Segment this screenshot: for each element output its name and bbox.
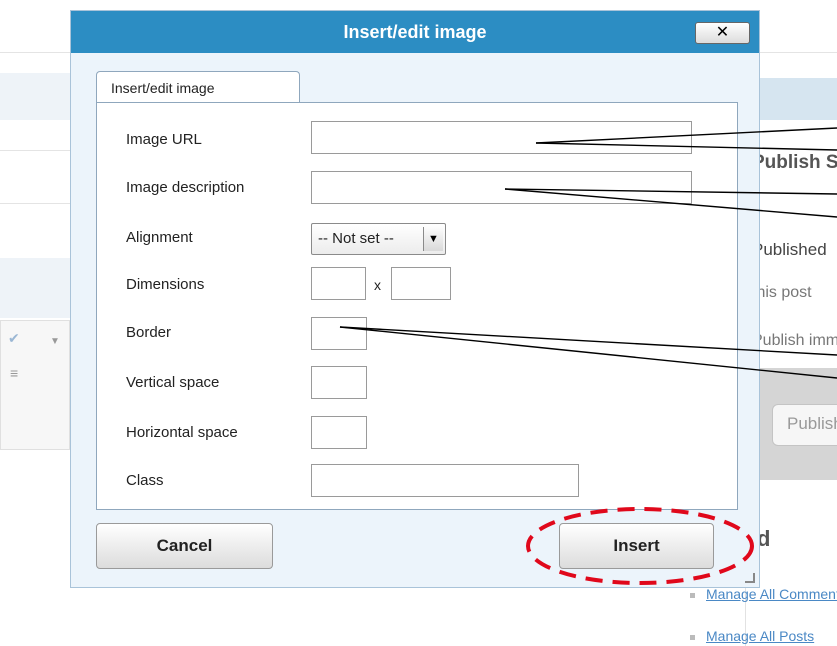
tab-insert-edit-image[interactable]: Insert/edit image: [96, 71, 300, 103]
image-url-label: Image URL: [126, 131, 202, 148]
close-button[interactable]: ✕: [695, 22, 750, 44]
image-description-label: Image description: [126, 179, 245, 196]
alignment-label: Alignment: [126, 229, 193, 246]
vertical-space-input[interactable]: [311, 366, 367, 399]
bg-link-manage-comments[interactable]: Manage All Comments: [706, 586, 837, 602]
horizontal-space-label: Horizontal space: [126, 424, 238, 441]
align-left-icon: ≡: [10, 365, 19, 381]
border-label: Border: [126, 324, 172, 341]
dialog-titlebar[interactable]: Insert/edit image ✕: [71, 11, 759, 53]
bg-publish-button[interactable]: Publish: [772, 404, 837, 446]
class-input[interactable]: [311, 464, 579, 497]
bullet-icon: [690, 593, 695, 598]
dimensions-label: Dimensions: [126, 276, 205, 293]
alignment-selected-value: -- Not set --: [318, 230, 394, 247]
image-description-input[interactable]: [311, 171, 692, 204]
horizontal-space-input[interactable]: [311, 416, 367, 449]
dimensions-width-input[interactable]: [311, 267, 366, 300]
bg-this-post: this post: [752, 284, 812, 301]
vertical-space-label: Vertical space: [126, 374, 220, 391]
image-form-panel: [96, 102, 738, 510]
bg-publish-status: Publish Status: [752, 152, 837, 173]
alignment-select[interactable]: -- Not set -- ▼: [311, 223, 446, 255]
dialog-title: Insert/edit image: [343, 22, 487, 42]
spellcheck-icon: ✔: [8, 330, 20, 346]
dimensions-separator: x: [374, 277, 381, 293]
cancel-button[interactable]: Cancel: [96, 523, 273, 569]
bullet-icon: [690, 635, 695, 640]
close-icon: ✕: [715, 24, 730, 41]
bg-link-manage-posts[interactable]: Manage All Posts: [706, 628, 837, 644]
dimensions-height-input[interactable]: [391, 267, 451, 300]
insert-button[interactable]: Insert: [559, 523, 714, 569]
resize-handle-icon[interactable]: [745, 573, 755, 583]
border-input[interactable]: [311, 317, 367, 350]
bg-publish-immediately: Publish immediately: [752, 332, 837, 349]
insert-image-dialog: Insert/edit image ✕ Insert/edit image Im…: [70, 10, 760, 588]
dropdown-arrow-icon[interactable]: ▼: [423, 227, 443, 251]
bg-published: Published: [752, 240, 827, 259]
chevron-down-icon: ▼: [50, 336, 60, 347]
class-label: Class: [126, 472, 164, 489]
bg-editor-band: [0, 258, 70, 318]
image-url-input[interactable]: [311, 121, 692, 154]
